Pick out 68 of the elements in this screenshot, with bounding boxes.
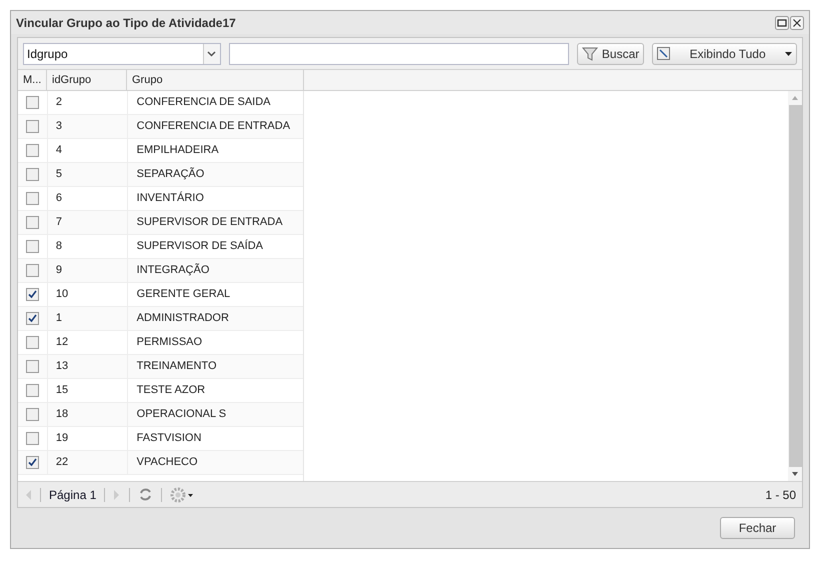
checkbox[interactable] xyxy=(26,240,39,253)
table-cell-text: 6 xyxy=(56,191,62,206)
search-button[interactable]: Buscar xyxy=(576,42,644,64)
close-button[interactable]: Fechar xyxy=(720,517,795,539)
caret-icon xyxy=(784,52,792,56)
table-cell-text: 5 xyxy=(56,167,62,182)
window-title: Vincular Grupo ao Tipo de Atividade17 xyxy=(16,14,236,32)
funnel-icon xyxy=(582,46,598,60)
checkbox[interactable] xyxy=(26,96,39,109)
table-cell-text: INTEGRAÇÃO xyxy=(136,262,210,278)
checkbox[interactable] xyxy=(26,312,39,325)
table-cell-text: CONFERENCIA DE ENTRADA xyxy=(136,119,290,134)
table-cell-text: 8 xyxy=(56,239,62,254)
table-cell-text: FASTVISION xyxy=(136,431,202,446)
table-cell-text: 4 xyxy=(56,143,62,158)
gear-icon[interactable] xyxy=(170,486,194,502)
close-icon[interactable] xyxy=(790,16,804,30)
table-cell-text: 13 xyxy=(56,359,68,374)
checkbox[interactable] xyxy=(26,360,39,373)
table-cell-text: ADMINISTRADOR xyxy=(136,311,229,326)
maximize-icon[interactable] xyxy=(775,16,789,30)
checkbox[interactable] xyxy=(26,120,39,133)
checkbox[interactable] xyxy=(26,168,39,181)
table-cell-text: OPERACIONAL S xyxy=(136,407,226,422)
scrollbar[interactable] xyxy=(788,91,802,481)
table-cell-text: INVENTÁRIO xyxy=(136,190,204,206)
table-cell-text: 2 xyxy=(56,95,62,110)
table-cell-text: 12 xyxy=(56,335,68,350)
range-label: 1 - 50 xyxy=(765,486,796,504)
checkbox[interactable] xyxy=(26,288,39,301)
caret-icon xyxy=(207,50,216,56)
field-dropdown[interactable]: Idgrupo xyxy=(23,42,221,64)
filter-icon xyxy=(657,47,670,60)
checkbox[interactable] xyxy=(26,144,39,157)
table-cell-text: 3 xyxy=(56,119,62,134)
table-cell-text: EMPILHADEIRA xyxy=(136,143,219,158)
table-cell-text: CONFERENCIA DE SAIDA xyxy=(136,95,270,110)
checkbox[interactable] xyxy=(26,432,39,445)
table-cell-text: 9 xyxy=(56,263,62,278)
checkbox[interactable] xyxy=(26,384,39,397)
checkbox[interactable] xyxy=(26,336,39,349)
page-label: Página 1 xyxy=(49,486,96,504)
table-cell-text: SEPARAÇÃO xyxy=(136,166,204,182)
checkbox[interactable] xyxy=(26,408,39,421)
table-cell-text: TESTE AZOR xyxy=(136,383,206,398)
table-cell-text: 15 xyxy=(56,383,68,398)
table-cell-text: GERENTE GERAL xyxy=(136,287,230,302)
filter-dropdown-button[interactable]: Exibindo Tudo xyxy=(652,42,797,64)
checkbox[interactable] xyxy=(26,216,39,229)
table-cell-text: 7 xyxy=(56,215,62,230)
checkbox[interactable] xyxy=(26,456,39,469)
column-header[interactable]: Grupo xyxy=(127,70,304,90)
table-cell-text: SUPERVISOR DE ENTRADA xyxy=(136,215,283,230)
checkbox[interactable] xyxy=(26,192,39,205)
table-cell-text: 10 xyxy=(56,287,68,302)
column-header[interactable]: M... xyxy=(18,70,47,90)
table-cell-text: PERMISSAO xyxy=(136,335,202,350)
table-cell-text: 18 xyxy=(56,407,68,422)
checkbox[interactable] xyxy=(26,264,39,277)
table-cell-text: 19 xyxy=(56,431,68,446)
table-cell-text: SUPERVISOR DE SAÍDA xyxy=(136,238,263,254)
table-cell-text: VPACHECO xyxy=(136,455,198,470)
table-cell-text: 22 xyxy=(56,455,68,470)
table-cell-text: 1 xyxy=(56,311,62,326)
column-header[interactable]: idGrupo xyxy=(47,70,127,90)
refresh-icon[interactable] xyxy=(138,487,154,502)
table-cell-text: TREINAMENTO xyxy=(136,359,216,374)
search-field[interactable] xyxy=(228,42,569,64)
